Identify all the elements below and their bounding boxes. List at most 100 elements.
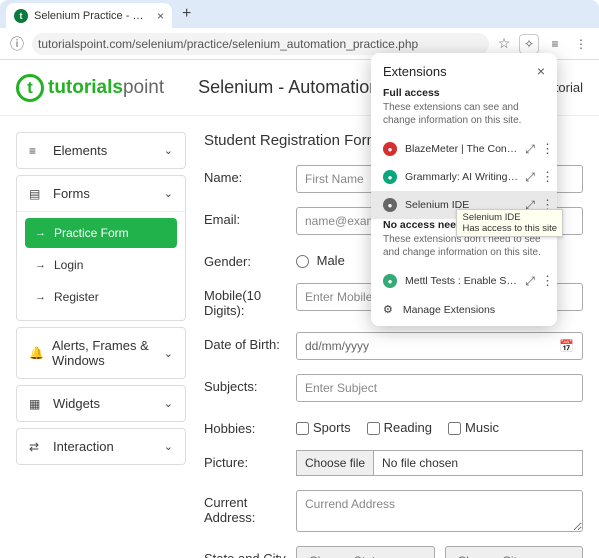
tab-title: Selenium Practice - Student — [34, 10, 149, 22]
new-tab-button[interactable]: + — [182, 5, 191, 23]
extensions-icon[interactable]: ✧ — [519, 34, 539, 54]
subjects-label: Subjects: — [204, 374, 296, 394]
more-options-icon[interactable]: ⋮ — [541, 273, 551, 289]
sidebar: ≡ Elements ⌄ ▤ Forms ⌄ → Practice Form → Login → Re… — [16, 132, 186, 558]
dob-placeholder: dd/mm/yyyy — [305, 339, 369, 353]
arrow-right-icon: → — [35, 259, 46, 271]
extension-icon: ● — [383, 142, 397, 156]
chevron-down-icon: ⌄ — [164, 187, 173, 200]
field-picture: Picture: Choose file No file chosen — [204, 450, 583, 476]
state-select[interactable]: Choose State — [296, 546, 435, 558]
hobby-music[interactable]: Music — [448, 420, 499, 435]
address-input[interactable] — [296, 490, 583, 532]
close-tab-icon[interactable]: × — [157, 9, 164, 23]
sidebar-header[interactable]: ≡ Elements ⌄ — [17, 133, 185, 168]
field-subjects: Subjects: — [204, 374, 583, 402]
extension-item[interactable]: ● BlazeMeter | The Continu… ⤢ ⋮ — [371, 135, 557, 163]
extension-item[interactable]: ● Mettl Tests : Enable Scre… ⤢ ⋮ — [371, 267, 557, 295]
extension-icon: ● — [383, 274, 397, 288]
section-icon: ▤ — [29, 187, 45, 201]
gender-male-radio[interactable]: Male — [296, 253, 345, 268]
sidebar-header[interactable]: ▦ Widgets ⌄ — [17, 386, 185, 421]
full-access-desc: These extensions can see and change info… — [371, 99, 557, 135]
page-title: Selenium - Automation — [198, 77, 379, 98]
address-label: Current Address: — [204, 490, 296, 525]
more-icon[interactable]: ⋮ — [571, 34, 591, 54]
manage-label: Manage Extensions — [403, 304, 495, 316]
active-tab[interactable]: t Selenium Practice - Student × — [6, 3, 172, 28]
field-address: Current Address: — [204, 490, 583, 532]
pin-icon[interactable]: ⤢ — [523, 170, 537, 185]
more-options-icon[interactable]: ⋮ — [541, 141, 551, 157]
extension-name: Grammarly: AI Writing an… — [405, 171, 519, 183]
sidebar-item[interactable]: → Register — [25, 282, 177, 312]
pin-icon[interactable]: ⤢ — [523, 142, 537, 157]
hobby-sports[interactable]: Sports — [296, 420, 351, 435]
arrow-right-icon: → — [35, 291, 46, 303]
close-icon[interactable]: × — [537, 63, 545, 79]
sidebar-item[interactable]: → Practice Form — [25, 218, 177, 248]
arrow-right-icon: → — [35, 227, 46, 239]
site-info-icon[interactable]: ⓘ — [8, 35, 26, 53]
sidebar-section: 🔔 Alerts, Frames & Windows⌄ — [16, 327, 186, 379]
mobile-label: Mobile(10 Digits): — [204, 283, 296, 318]
browser-tab-strip: t Selenium Practice - Student × + — [0, 0, 599, 28]
sidebar-item-label: Register — [54, 290, 99, 304]
gender-label: Gender: — [204, 249, 296, 269]
state-city-label: State and City — [204, 546, 296, 558]
gender-male-label: Male — [317, 253, 345, 268]
pin-icon[interactable]: ⤢ — [523, 274, 537, 289]
sidebar-section: ▤ Forms ⌄ → Practice Form → Login → Register — [16, 175, 186, 321]
section-label: Widgets — [53, 396, 100, 411]
sidebar-item[interactable]: → Login — [25, 250, 177, 280]
extension-item[interactable]: ● Grammarly: AI Writing an… ⤢ ⋮ — [371, 163, 557, 191]
section-label: Alerts, Frames & Windows — [52, 338, 164, 368]
dob-label: Date of Birth: — [204, 332, 296, 352]
sidebar-header[interactable]: 🔔 Alerts, Frames & Windows⌄ — [17, 328, 185, 378]
manage-extensions[interactable]: ⚙ Manage Extensions — [371, 295, 557, 320]
chevron-down-icon: ⌄ — [164, 440, 173, 453]
extension-name: Mettl Tests : Enable Scre… — [405, 275, 519, 287]
section-icon: ⇄ — [29, 440, 45, 454]
sidebar-item-label: Login — [54, 258, 83, 272]
section-icon: ▦ — [29, 397, 45, 411]
extensions-popup: Extensions × Full access These extension… — [371, 53, 557, 326]
sidebar-header[interactable]: ▤ Forms ⌄ — [17, 176, 185, 211]
extension-name: BlazeMeter | The Continu… — [405, 143, 519, 155]
section-icon: 🔔 — [29, 346, 44, 360]
favicon: t — [14, 9, 28, 23]
field-hobbies: Hobbies: Sports Reading Music — [204, 416, 583, 436]
city-select[interactable]: Choose City — [445, 546, 584, 558]
tooltip: Selenium IDEHas access to this site — [456, 209, 563, 237]
site-logo[interactable]: tutorialspoint — [16, 74, 164, 102]
bookmark-icon[interactable]: ☆ — [495, 35, 513, 53]
section-label: Elements — [53, 143, 107, 158]
dob-input[interactable]: dd/mm/yyyy 📅 — [296, 332, 583, 360]
full-access-heading: Full access — [371, 87, 557, 99]
field-dob: Date of Birth: dd/mm/yyyy 📅 — [204, 332, 583, 360]
extension-item[interactable]: ●Selenium IDE⤢⋮Selenium IDEHas access to… — [371, 191, 557, 219]
extension-icon: ● — [383, 170, 397, 184]
calendar-icon[interactable]: 📅 — [559, 339, 574, 353]
hobby-reading[interactable]: Reading — [367, 420, 432, 435]
chevron-down-icon: ⌄ — [164, 347, 173, 360]
sidebar-section: ▦ Widgets ⌄ — [16, 385, 186, 422]
section-icon: ≡ — [29, 144, 45, 158]
section-label: Interaction — [53, 439, 114, 454]
sidebar-section: ≡ Elements ⌄ — [16, 132, 186, 169]
logo-mark — [16, 74, 44, 102]
chevron-down-icon: ⌄ — [164, 144, 173, 157]
picture-label: Picture: — [204, 450, 296, 470]
subjects-input[interactable] — [296, 374, 583, 402]
extension-icon: ● — [383, 198, 397, 212]
sidebar-item-label: Practice Form — [54, 226, 129, 240]
section-label: Forms — [53, 186, 90, 201]
file-choose-button[interactable]: Choose file — [297, 451, 374, 475]
hobbies-label: Hobbies: — [204, 416, 296, 436]
url-field[interactable]: tutorialspoint.com/selenium/practice/sel… — [32, 33, 489, 55]
reader-icon[interactable]: ≡ — [545, 34, 565, 54]
more-options-icon[interactable]: ⋮ — [541, 169, 551, 185]
extensions-title: Extensions — [383, 64, 447, 79]
sidebar-header[interactable]: ⇄ Interaction ⌄ — [17, 429, 185, 464]
chevron-down-icon: ⌄ — [164, 397, 173, 410]
